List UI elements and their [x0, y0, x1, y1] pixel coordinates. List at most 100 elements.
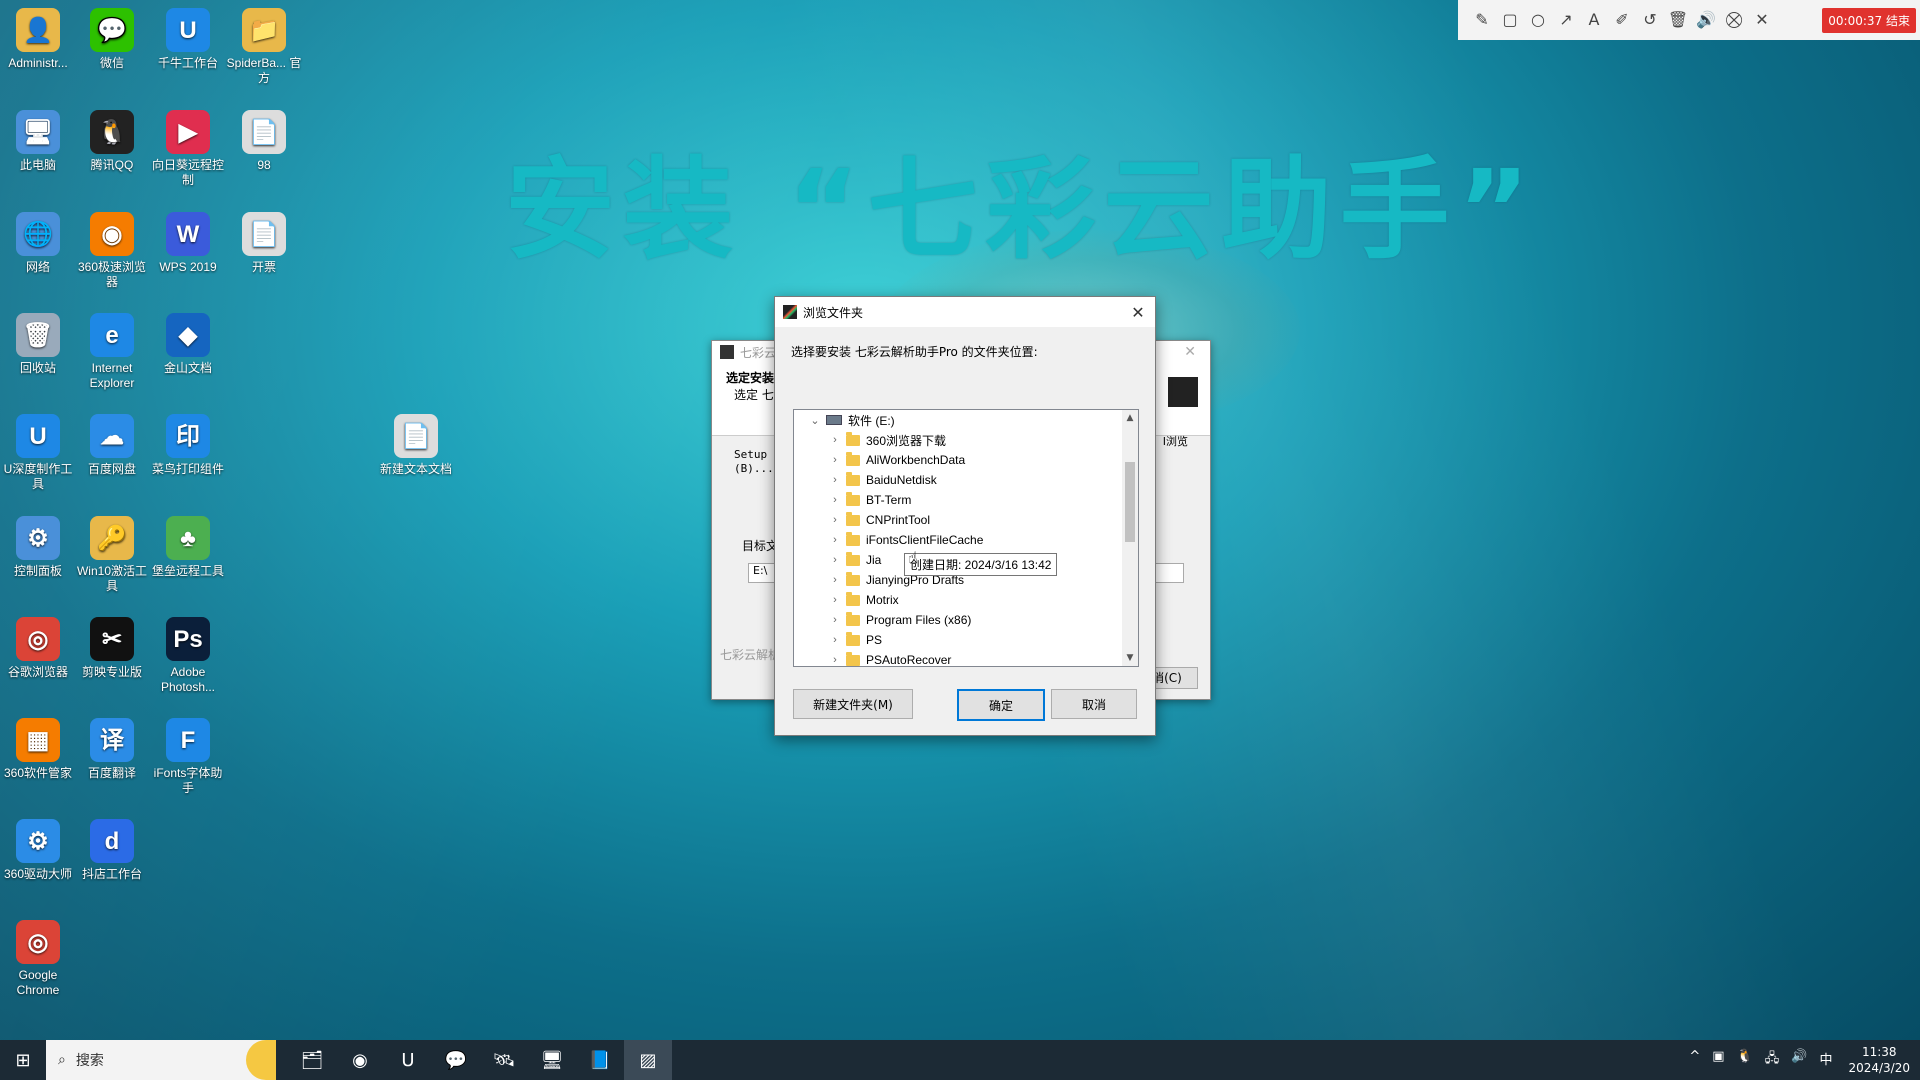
- desktop-icon[interactable]: U U深度制作工具: [0, 414, 76, 492]
- desktop-icon[interactable]: ☁ 百度网盘: [74, 414, 150, 477]
- taskbar-app-icon[interactable]: ◉: [336, 1040, 384, 1080]
- tree-folder-item[interactable]: › PSAutoRecover: [828, 650, 1138, 666]
- drive-icon: [826, 415, 842, 425]
- desktop-icon[interactable]: ◆ 金山文档: [150, 313, 226, 376]
- desktop-icon[interactable]: ▶ 向日葵远程控制: [150, 110, 226, 188]
- desktop-icon[interactable]: U 千牛工作台: [150, 8, 226, 71]
- chevron-right-icon[interactable]: ›: [828, 514, 842, 526]
- speaker-icon[interactable]: 🔊: [1692, 10, 1720, 30]
- tree-folder-label: 360浏览器下载: [866, 433, 947, 448]
- desktop-icon[interactable]: 👤 Administr...: [0, 8, 76, 71]
- new-folder-button[interactable]: 新建文件夹(M): [793, 689, 913, 719]
- desktop-icon[interactable]: 📄 开票: [226, 212, 302, 275]
- tree-folder-item[interactable]: › AliWorkbenchData: [828, 450, 1138, 470]
- desktop-icon[interactable]: ⚙ 控制面板: [0, 516, 76, 579]
- tree-folder-item[interactable]: › BT-Term: [828, 490, 1138, 510]
- camera-off-icon[interactable]: ⛒: [1720, 10, 1748, 30]
- text-icon[interactable]: A: [1580, 10, 1608, 30]
- start-button[interactable]: ⊞: [0, 1040, 46, 1080]
- pencil-icon[interactable]: ✎: [1468, 10, 1496, 30]
- tree-folder-item[interactable]: › CNPrintTool: [828, 510, 1138, 530]
- desktop-icon[interactable]: 🖥 此电脑: [0, 110, 76, 173]
- tree-root-drive[interactable]: ⌄ 软件 (E:): [808, 410, 1138, 430]
- desktop-icon[interactable]: 📁 SpiderBa... 官方: [226, 8, 302, 86]
- desktop-icon[interactable]: W WPS 2019: [150, 212, 226, 275]
- chevron-right-icon[interactable]: ›: [828, 574, 842, 586]
- chevron-right-icon[interactable]: ›: [828, 654, 842, 666]
- tree-scrollbar[interactable]: ▲ ▼: [1122, 410, 1138, 666]
- taskbar-app-icon[interactable]: 🗂: [288, 1040, 336, 1080]
- chevron-right-icon[interactable]: ›: [828, 634, 842, 646]
- desktop-icon[interactable]: FiFonts字体助手: [150, 718, 226, 796]
- trash-icon[interactable]: 🗑: [1664, 10, 1692, 30]
- desktop-icon[interactable]: 📄 新建文本文档: [378, 414, 454, 477]
- tree-folder-item[interactable]: › 360浏览器下载: [828, 430, 1138, 450]
- tray-icon[interactable]: 🔊: [1785, 1049, 1813, 1071]
- chevron-right-icon[interactable]: ›: [828, 554, 842, 566]
- taskbar-app-icon[interactable]: 🖥: [528, 1040, 576, 1080]
- desktop-icon[interactable]: ♣ 堡垒远程工具: [150, 516, 226, 579]
- taskbar-app-icon[interactable]: 📘: [576, 1040, 624, 1080]
- desktop-icon[interactable]: 🗑 回收站: [0, 313, 76, 376]
- search-placeholder: 搜索: [75, 1053, 104, 1069]
- scrollbar-thumb[interactable]: [1125, 462, 1135, 542]
- undo-icon[interactable]: ↺: [1636, 10, 1664, 30]
- close-icon[interactable]: ✕: [1121, 303, 1155, 322]
- chevron-right-icon[interactable]: ›: [828, 474, 842, 486]
- tray-icon[interactable]: 🐧: [1731, 1049, 1759, 1071]
- desktop-icon[interactable]: e Internet Explorer: [74, 313, 150, 391]
- search-box[interactable]: ⌕ 搜索: [46, 1040, 276, 1080]
- chevron-right-icon[interactable]: ›: [828, 494, 842, 506]
- desktop-icon[interactable]: Ps Adobe Photosh...: [150, 617, 226, 695]
- desktop-icon[interactable]: 💬 微信: [74, 8, 150, 71]
- desktop-icon[interactable]: ✂ 剪映专业版: [74, 617, 150, 680]
- desktop-icon[interactable]: ◎ Google Chrome: [0, 920, 76, 998]
- tooltip: 创建日期: 2024/3/16 13:42: [904, 553, 1058, 576]
- tray-icon[interactable]: 中: [1813, 1049, 1838, 1071]
- highlighter-icon[interactable]: ✐: [1608, 10, 1636, 30]
- desktop-icon[interactable]: ◉ 360极速浏览器: [74, 212, 150, 290]
- tree-folder-item[interactable]: › Program Files (x86): [828, 610, 1138, 630]
- chevron-down-icon[interactable]: ⌄: [808, 414, 822, 427]
- recording-timer[interactable]: 00:00:37 结束: [1822, 7, 1916, 33]
- desktop-icon[interactable]: 🌐 网络: [0, 212, 76, 275]
- arrow-icon[interactable]: ↗: [1552, 10, 1580, 30]
- taskbar-app-icon[interactable]: U: [384, 1040, 432, 1080]
- clock[interactable]: 11:38 2024/3/20: [1838, 1044, 1920, 1076]
- rectangle-icon[interactable]: ▢: [1496, 10, 1524, 30]
- taskbar-app-icon[interactable]: 💬: [432, 1040, 480, 1080]
- desktop-icon[interactable]: 译百度翻译: [74, 718, 150, 781]
- chevron-right-icon[interactable]: ›: [828, 434, 842, 446]
- taskbar-app-icon[interactable]: ▨: [624, 1040, 672, 1080]
- tray-icon[interactable]: ^: [1683, 1049, 1706, 1071]
- chevron-right-icon[interactable]: ›: [828, 614, 842, 626]
- chevron-right-icon[interactable]: ›: [828, 534, 842, 546]
- cancel-button[interactable]: 取消: [1051, 689, 1137, 719]
- tree-folder-item[interactable]: › Motrix: [828, 590, 1138, 610]
- tree-folder-item[interactable]: › PS: [828, 630, 1138, 650]
- circle-icon[interactable]: ○: [1524, 10, 1552, 30]
- dialog-title: 浏览文件夹: [803, 305, 864, 320]
- ok-button[interactable]: 确定: [957, 689, 1045, 721]
- scroll-down-icon[interactable]: ▼: [1122, 650, 1138, 666]
- desktop-icon[interactable]: ◎ 谷歌浏览器: [0, 617, 76, 680]
- taskbar-app-icon[interactable]: 🛰: [480, 1040, 528, 1080]
- tree-folder-item[interactable]: › iFontsClientFileCache: [828, 530, 1138, 550]
- close-icon[interactable]: ✕: [1184, 344, 1196, 360]
- folder-tree[interactable]: ⌄ 软件 (E:) › 360浏览器下载 › AliWorkbenchData › Bai…: [793, 409, 1139, 667]
- scroll-up-icon[interactable]: ▲: [1122, 410, 1138, 426]
- tree-folder-item[interactable]: › BaiduNetdisk: [828, 470, 1138, 490]
- desktop-icon[interactable]: 📄 98: [226, 110, 302, 173]
- desktop-icon[interactable]: ▦ 360软件管家: [0, 718, 76, 781]
- desktop-icon[interactable]: 🐧 腾讯QQ: [74, 110, 150, 173]
- chevron-right-icon[interactable]: ›: [828, 454, 842, 466]
- desktop-icon[interactable]: d 抖店工作台: [74, 819, 150, 882]
- chevron-right-icon[interactable]: ›: [828, 594, 842, 606]
- desktop-icon[interactable]: 🔑 Win10激活工具: [74, 516, 150, 594]
- desktop-icon[interactable]: ⚙ 360驱动大师: [0, 819, 76, 882]
- desktop-icon-label: U深度制作工具: [3, 462, 73, 491]
- tray-icon[interactable]: ▣: [1706, 1049, 1730, 1071]
- close-icon[interactable]: ✕: [1748, 10, 1776, 30]
- desktop-icon[interactable]: 印菜鸟打印组件: [150, 414, 226, 477]
- tray-icon[interactable]: 🖧: [1759, 1049, 1786, 1071]
